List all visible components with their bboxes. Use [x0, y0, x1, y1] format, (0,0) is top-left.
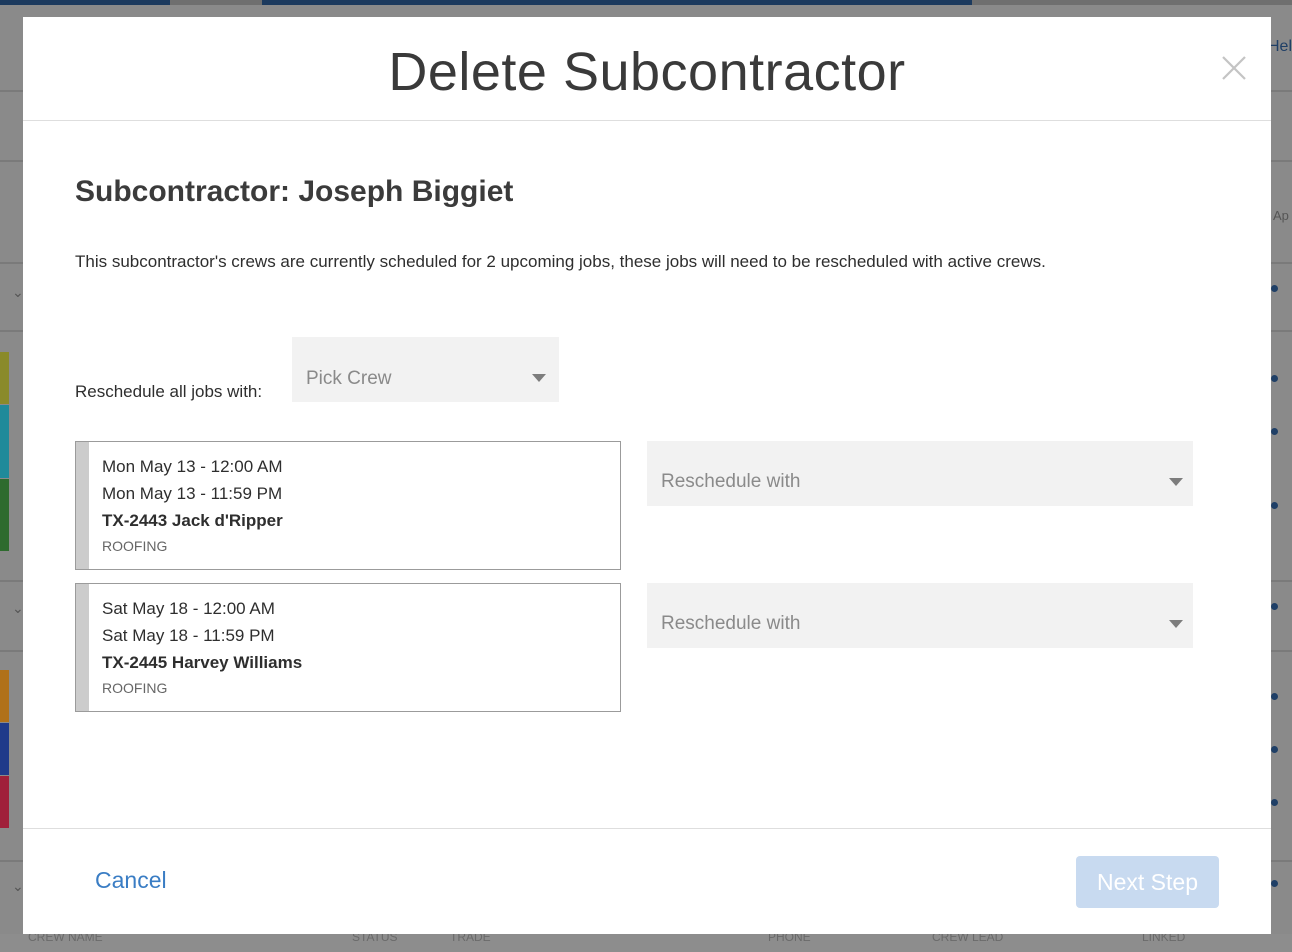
job-card: Sat May 18 - 12:00 AM Sat May 18 - 11:59…	[75, 583, 621, 712]
background-color-strip	[0, 776, 9, 828]
job-status-stripe	[76, 584, 89, 711]
job-status-stripe	[76, 442, 89, 569]
job-name: TX-2445 Harvey Williams	[102, 653, 303, 672]
background-top-bar	[0, 0, 1292, 5]
background-dot	[1271, 603, 1278, 610]
job-card: Mon May 13 - 12:00 AM Mon May 13 - 11:59…	[75, 441, 621, 570]
background-dot	[1271, 693, 1278, 700]
job-trade: ROOFING	[102, 680, 168, 696]
delete-subcontractor-modal: Delete Subcontractor Subcontractor: Jose…	[23, 17, 1271, 934]
background-color-strip	[0, 479, 9, 551]
chevron-down-icon: ⌄	[12, 284, 24, 300]
reschedule-with-select[interactable]: Reschedule with	[647, 441, 1193, 506]
chevron-down-icon: ⌄	[12, 600, 24, 616]
reschedule-with-select[interactable]: Reschedule with	[647, 583, 1193, 648]
background-dot	[1271, 880, 1278, 887]
job-trade: ROOFING	[102, 538, 168, 554]
modal-header: Delete Subcontractor	[23, 17, 1271, 121]
job-start-time: Mon May 13 - 12:00 AM	[102, 457, 283, 476]
background-tab-segment	[262, 0, 972, 5]
close-button[interactable]	[1219, 53, 1249, 83]
background-dot	[1271, 428, 1278, 435]
background-dot	[1271, 746, 1278, 753]
next-step-button[interactable]: Next Step	[1076, 856, 1219, 908]
cancel-button[interactable]: Cancel	[95, 867, 167, 894]
background-text-fragment: Ap	[1273, 208, 1289, 223]
background-tab-segment	[0, 0, 170, 5]
job-name: TX-2443 Jack d'Ripper	[102, 511, 283, 530]
background-color-strip	[0, 405, 9, 478]
background-help-link: Hel	[1268, 38, 1292, 55]
reschedule-with-placeholder: Reschedule with	[661, 471, 801, 492]
pick-crew-placeholder: Pick Crew	[306, 368, 392, 389]
job-end-time: Sat May 18 - 11:59 PM	[102, 626, 275, 645]
caret-down-icon	[1169, 620, 1183, 628]
caret-down-icon	[532, 374, 546, 382]
background-dot	[1271, 285, 1278, 292]
reschedule-description: This subcontractor's crews are currently…	[75, 252, 1046, 271]
job-start-time: Sat May 18 - 12:00 AM	[102, 599, 275, 618]
background-color-strip	[0, 352, 9, 404]
background-color-strip	[0, 670, 9, 722]
pick-crew-select[interactable]: Pick Crew	[292, 337, 559, 402]
background-color-strip	[0, 723, 9, 775]
modal-title: Delete Subcontractor	[388, 42, 906, 102]
background-dot	[1271, 799, 1278, 806]
chevron-down-icon: ⌄	[12, 878, 24, 894]
caret-down-icon	[1169, 478, 1183, 486]
job-end-time: Mon May 13 - 11:59 PM	[102, 484, 283, 503]
background-table-header	[0, 934, 1292, 952]
modal-footer: Cancel Next Step	[23, 828, 1271, 934]
background-dot	[1271, 375, 1278, 382]
background-dot	[1271, 502, 1278, 509]
reschedule-with-placeholder: Reschedule with	[661, 613, 801, 634]
subcontractor-heading: Subcontractor: Joseph Biggiet	[75, 175, 514, 208]
reschedule-all-label: Reschedule all jobs with:	[75, 382, 263, 401]
close-icon	[1222, 56, 1246, 80]
